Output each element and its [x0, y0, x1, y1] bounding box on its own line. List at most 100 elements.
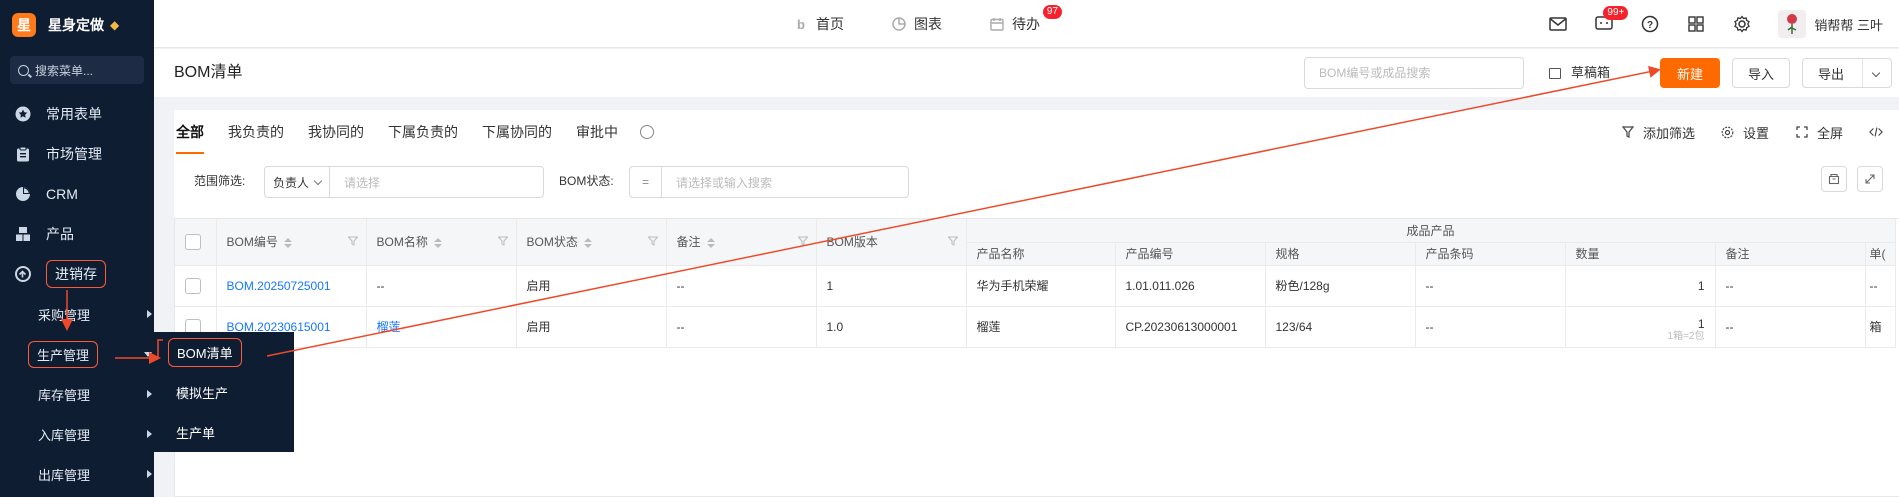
sort-icon[interactable] — [283, 238, 292, 249]
box-icon[interactable] — [1821, 166, 1847, 192]
sidebar-item-product[interactable]: 产品 — [0, 214, 154, 254]
tab-sub-owner[interactable]: 下属负责的 — [388, 110, 458, 154]
status-input[interactable]: 请选择或输入搜索 — [662, 174, 772, 191]
todo-badge: 97 — [1042, 5, 1062, 19]
sort-icon[interactable] — [583, 238, 592, 249]
inventory-icon — [14, 265, 32, 283]
product-note-cell: -- — [1715, 306, 1866, 348]
user-name[interactable]: 销帮帮 三叶 — [1814, 15, 1883, 34]
sidebar-sub-purchase[interactable]: 采购管理 — [0, 294, 154, 334]
col-bom-no[interactable]: BOM编号 — [216, 219, 367, 266]
export-button[interactable]: 导出 — [1802, 58, 1892, 88]
sidebar-sub-label: 生产管理 — [28, 340, 99, 368]
sidebar-sub-outbound[interactable]: 出库管理 — [0, 454, 154, 494]
tab-collab[interactable]: 我协同的 — [308, 110, 364, 154]
chevron-down-icon[interactable] — [1871, 68, 1881, 78]
tab-settings-icon[interactable] — [640, 125, 654, 139]
col-bom-version[interactable]: BOM版本 — [816, 219, 967, 266]
column-filter-icon[interactable] — [347, 236, 358, 246]
flyout-item-label: 模拟生产 — [176, 385, 229, 401]
collapse-icon[interactable] — [1857, 166, 1883, 192]
nav-home[interactable]: b 首页 — [794, 14, 844, 34]
bom-search-input[interactable]: BOM编号或成品搜索 — [1304, 57, 1524, 89]
nav-todo[interactable]: 待办 97 — [990, 5, 1062, 34]
sidebar-item-market[interactable]: 市场管理 — [0, 134, 154, 174]
column-filter-icon[interactable] — [647, 236, 658, 246]
menu-search-input[interactable]: 搜索菜单... — [10, 56, 144, 84]
version-cell: 1.0 — [816, 306, 967, 348]
sidebar-sub-label: 入库管理 — [38, 427, 91, 443]
tab-sub-collab[interactable]: 下属协同的 — [482, 110, 552, 154]
sidebar-item-label: 常用表单 — [46, 106, 102, 122]
range-filter[interactable]: 负责人 请选择 — [264, 166, 544, 198]
sidebar-sub-label: 库存管理 — [38, 387, 91, 403]
fullscreen-icon — [1795, 125, 1809, 139]
col-product-no[interactable]: 产品编号 — [1115, 242, 1266, 266]
code-icon — [1869, 125, 1883, 139]
sidebar-item-inventory[interactable]: 进销存 — [0, 254, 154, 294]
col-product-note[interactable]: 备注 — [1715, 242, 1866, 266]
sidebar-sub-inbound[interactable]: 入库管理 — [0, 414, 154, 454]
table-row[interactable]: BOM.20230615001 榴莲 启用 -- 1.0 榴莲 CP.20230… — [175, 306, 1896, 348]
range-select[interactable]: 负责人 — [265, 167, 331, 197]
status-operator[interactable]: = — [630, 167, 662, 197]
nav-charts[interactable]: 图表 — [892, 14, 942, 34]
col-barcode[interactable]: 产品条码 — [1415, 242, 1566, 266]
col-bom-name[interactable]: BOM名称 — [366, 219, 517, 266]
select-all-cell — [175, 219, 217, 266]
add-filter-button[interactable]: 添加筛选 — [1621, 123, 1695, 142]
svg-text:?: ? — [1647, 20, 1653, 31]
col-unit[interactable]: 单( — [1865, 242, 1896, 266]
bom-name-link[interactable]: 榴莲 — [366, 306, 517, 348]
table-tools: 添加筛选 设置 全屏 — [1595, 110, 1883, 154]
mail-icon[interactable] — [1548, 14, 1568, 34]
range-input[interactable]: 请选择 — [330, 174, 380, 191]
page-title: BOM清单 — [174, 64, 243, 81]
apps-grid-icon[interactable] — [1686, 14, 1706, 34]
qty-cell: 1 — [1565, 265, 1716, 307]
row-checkbox[interactable] — [185, 277, 201, 294]
column-filter-icon[interactable] — [797, 236, 808, 246]
gear-icon[interactable] — [1732, 14, 1752, 34]
tab-all[interactable]: 全部 — [176, 110, 204, 154]
col-spec[interactable]: 规格 — [1265, 242, 1416, 266]
sidebar-sub-stock[interactable]: 库存管理 — [0, 374, 154, 414]
sort-icon[interactable] — [433, 238, 442, 249]
avatar[interactable] — [1778, 10, 1807, 38]
menu-search-placeholder: 搜索菜单... — [35, 63, 94, 78]
sidebar-item-label: 市场管理 — [46, 146, 102, 162]
column-filter-icon[interactable] — [947, 236, 958, 246]
flyout-item-production-order[interactable]: 生产单 — [154, 412, 294, 452]
code-view-button[interactable] — [1869, 125, 1883, 139]
column-filter-icon[interactable] — [497, 236, 508, 246]
tab-approval[interactable]: 审批中 — [576, 110, 618, 154]
nav-label: 首页 — [816, 16, 844, 32]
sort-icon[interactable] — [706, 238, 715, 249]
flyout-item-bom[interactable]: BOM清单 — [154, 332, 294, 372]
brand[interactable]: 星 星身定做 ◆ — [0, 0, 154, 50]
flyout-item-label: 生产单 — [176, 425, 216, 441]
help-icon[interactable]: ? — [1640, 14, 1660, 34]
message-icon[interactable]: 99+ — [1594, 6, 1629, 34]
product-no-cell: CP.20230613000001 — [1115, 306, 1266, 348]
settings-button[interactable]: 设置 — [1721, 123, 1769, 142]
col-bom-status[interactable]: BOM状态 — [516, 219, 667, 266]
col-qty[interactable]: 数量 — [1565, 242, 1716, 266]
sidebar-item-crm[interactable]: CRM — [0, 174, 154, 214]
new-button[interactable]: 新建 — [1660, 58, 1720, 88]
sidebar-item-common-forms[interactable]: 常用表单 — [0, 94, 154, 134]
select-all-checkbox[interactable] — [185, 233, 201, 250]
tab-mine[interactable]: 我负责的 — [228, 110, 284, 154]
col-note[interactable]: 备注 — [666, 219, 817, 266]
fullscreen-button[interactable]: 全屏 — [1795, 123, 1843, 142]
status-filter[interactable]: = 请选择或输入搜索 — [629, 166, 909, 198]
sidebar-sub-production[interactable]: 生产管理 — [0, 334, 154, 374]
search-icon — [18, 64, 29, 76]
col-product-name[interactable]: 产品名称 — [966, 242, 1116, 266]
draft-box-button[interactable]: 草稿箱 — [1549, 49, 1610, 97]
table-row[interactable]: BOM.20250725001 -- 启用 -- 1 华为手机荣耀 1.01.0… — [175, 265, 1896, 307]
bom-no-link[interactable]: BOM.20250725001 — [216, 265, 367, 307]
sidebar-item-label: CRM — [46, 186, 78, 202]
flyout-item-simulate[interactable]: 模拟生产 — [154, 372, 294, 412]
import-button[interactable]: 导入 — [1732, 58, 1790, 88]
